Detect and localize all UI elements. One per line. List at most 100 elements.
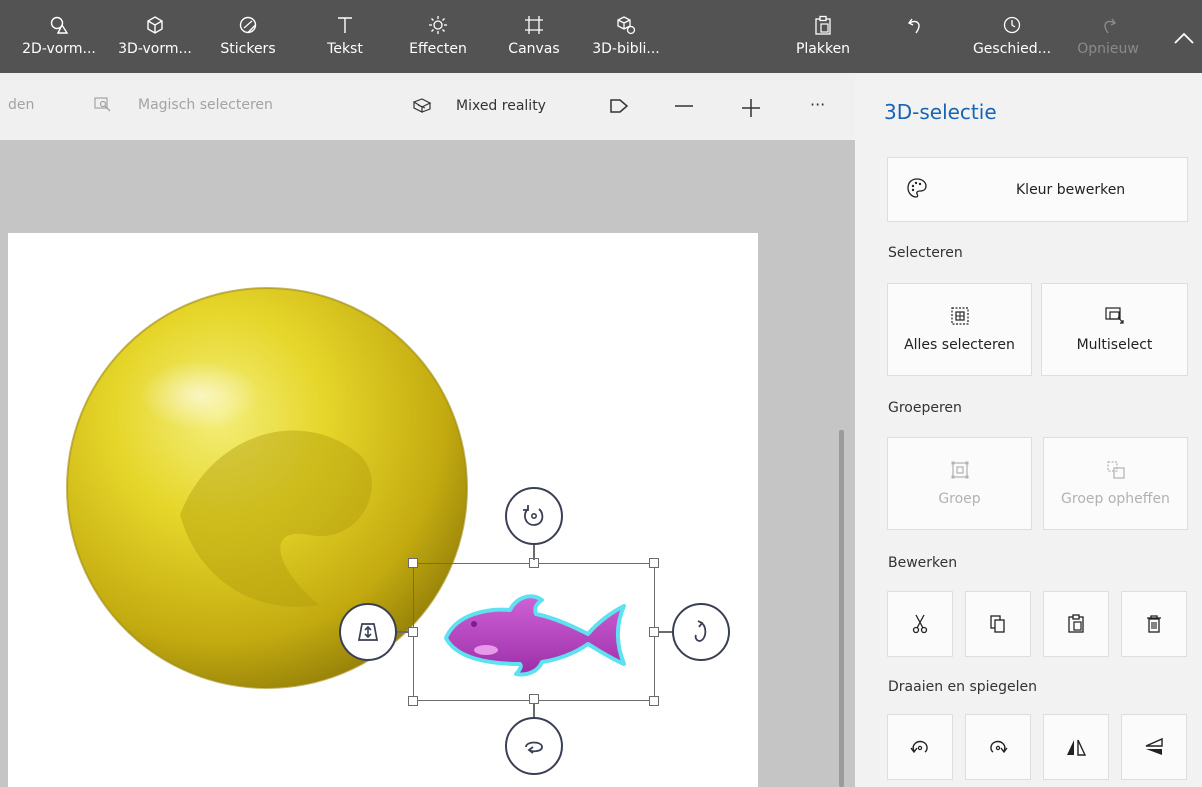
rotate-x-control[interactable] xyxy=(505,487,563,545)
multiselect-label: Multiselect xyxy=(1076,336,1153,353)
ribbon-history-button[interactable]: Geschied... xyxy=(966,0,1058,73)
rotate-flip-section-header: Draaien en spiegelen xyxy=(888,679,1038,695)
rotate-left-icon xyxy=(910,740,928,754)
ribbon-3d-shapes-button[interactable]: 3D-vorm... xyxy=(110,0,200,73)
canvas-icon xyxy=(523,14,545,36)
minus-icon xyxy=(675,105,693,107)
ribbon-undo-button[interactable] xyxy=(896,0,936,73)
select-all-label: Alles selecteren xyxy=(904,336,1015,353)
2d-shapes-icon xyxy=(48,14,70,36)
resize-handle[interactable] xyxy=(649,558,659,568)
ribbon-label: Canvas xyxy=(508,41,560,57)
more-options-button[interactable]: ··· xyxy=(810,95,825,114)
paste-icon xyxy=(812,14,834,36)
trash-icon xyxy=(1147,615,1161,633)
ribbon: 2D-vorm... 3D-vorm... Stickers Tekst Eff… xyxy=(0,0,1202,73)
view-shape-icon xyxy=(610,99,629,113)
flip-vertical-icon xyxy=(1145,737,1163,755)
rotate-right-button[interactable] xyxy=(965,714,1031,780)
effects-icon xyxy=(427,14,449,36)
mixed-reality-button[interactable]: Mixed reality xyxy=(412,97,546,115)
rotate-left-button[interactable] xyxy=(887,714,953,780)
group-button[interactable]: Groep xyxy=(887,437,1032,530)
resize-handle[interactable] xyxy=(649,627,659,637)
panel-title: 3D-selectie xyxy=(884,100,997,124)
ribbon-redo-button[interactable]: Opnieuw xyxy=(1070,0,1146,73)
resize-handle[interactable] xyxy=(408,558,418,568)
ribbon-text-button[interactable]: Tekst xyxy=(308,0,382,73)
rotate-right-icon xyxy=(990,740,1008,754)
rotate-y-control[interactable] xyxy=(505,717,563,775)
plus-icon xyxy=(742,99,760,117)
ribbon-label: 3D-vorm... xyxy=(118,41,192,57)
stickers-icon xyxy=(237,14,259,36)
ribbon-canvas-button[interactable]: Canvas xyxy=(496,0,572,73)
ribbon-2d-shapes-button[interactable]: 2D-vorm... xyxy=(14,0,104,73)
copy-button[interactable] xyxy=(965,591,1031,657)
ribbon-stickers-button[interactable]: Stickers xyxy=(210,0,286,73)
delete-button[interactable] xyxy=(1121,591,1187,657)
view-3d-button[interactable] xyxy=(608,97,630,115)
mixed-reality-icon xyxy=(412,98,432,113)
ribbon-label: Plakken xyxy=(795,41,851,57)
magic-select-button[interactable]: Magisch selecteren xyxy=(94,97,273,113)
edit-color-label: Kleur bewerken xyxy=(1016,181,1126,198)
ungroup-icon xyxy=(1106,460,1125,483)
handle-stem xyxy=(533,545,535,560)
chevron-up-icon xyxy=(1174,32,1194,44)
ungroup-label: Groep opheffen xyxy=(1061,490,1170,507)
collapse-ribbon-button[interactable] xyxy=(1172,30,1196,50)
rotate-x-icon xyxy=(523,505,544,526)
text-icon xyxy=(334,14,356,36)
redo-icon xyxy=(1097,14,1119,36)
rotate-y-icon xyxy=(525,741,543,754)
ribbon-label: Tekst xyxy=(327,41,363,57)
scissors-icon xyxy=(912,614,928,634)
mixed-reality-label: Mixed reality xyxy=(456,98,546,114)
3d-shapes-icon xyxy=(144,14,166,36)
ungroup-button[interactable]: Groep opheffen xyxy=(1043,437,1188,530)
paste-button[interactable] xyxy=(1043,591,1109,657)
group-section-header: Groeperen xyxy=(888,400,962,416)
flip-horizontal-icon xyxy=(1067,739,1087,756)
resize-handle[interactable] xyxy=(408,696,418,706)
3d-library-icon xyxy=(615,14,637,36)
ribbon-label: Geschied... xyxy=(972,41,1052,57)
purple-fish-3d-object[interactable] xyxy=(438,588,630,680)
toolbar-partial-label[interactable]: den xyxy=(8,97,34,113)
ribbon-3d-library-button[interactable]: 3D-bibli... xyxy=(582,0,670,73)
select-all-button[interactable]: Alles selecteren xyxy=(887,283,1032,376)
flip-horizontal-button[interactable] xyxy=(1043,714,1109,780)
zoom-in-button[interactable] xyxy=(740,97,762,119)
zoom-out-button[interactable] xyxy=(673,97,695,115)
select-section-header: Selecteren xyxy=(888,245,963,261)
magic-select-icon xyxy=(94,97,111,112)
resize-handle[interactable] xyxy=(529,694,539,704)
ribbon-effects-button[interactable]: Effecten xyxy=(398,0,478,73)
magic-select-label: Magisch selecteren xyxy=(138,97,273,113)
copy-icon xyxy=(990,615,1005,633)
select-all-icon xyxy=(950,306,969,329)
ribbon-label: Stickers xyxy=(220,41,276,57)
multiselect-icon xyxy=(1104,306,1125,329)
history-icon xyxy=(1001,14,1023,36)
rotate-z-control[interactable] xyxy=(672,603,730,661)
toolbar: den Magisch selecteren Mixed reality ··· xyxy=(0,73,855,140)
handle-stem xyxy=(533,704,535,718)
paste-icon xyxy=(1068,614,1084,633)
multiselect-button[interactable]: Multiselect xyxy=(1041,283,1188,376)
ribbon-label: 2D-vorm... xyxy=(22,41,96,57)
vertical-scrollbar[interactable] xyxy=(839,430,844,787)
rotate-z-icon xyxy=(694,620,707,642)
flip-vertical-button[interactable] xyxy=(1121,714,1187,780)
group-label: Groep xyxy=(938,490,981,507)
ribbon-paste-button[interactable]: Plakken xyxy=(784,0,862,73)
resize-handle[interactable] xyxy=(649,696,659,706)
depth-icon xyxy=(357,623,379,641)
cut-button[interactable] xyxy=(887,591,953,657)
ribbon-label: 3D-bibli... xyxy=(592,41,660,57)
group-icon xyxy=(951,461,969,483)
depth-control[interactable] xyxy=(339,603,397,661)
resize-handle[interactable] xyxy=(408,627,418,637)
edit-color-button[interactable]: Kleur bewerken xyxy=(887,157,1188,222)
